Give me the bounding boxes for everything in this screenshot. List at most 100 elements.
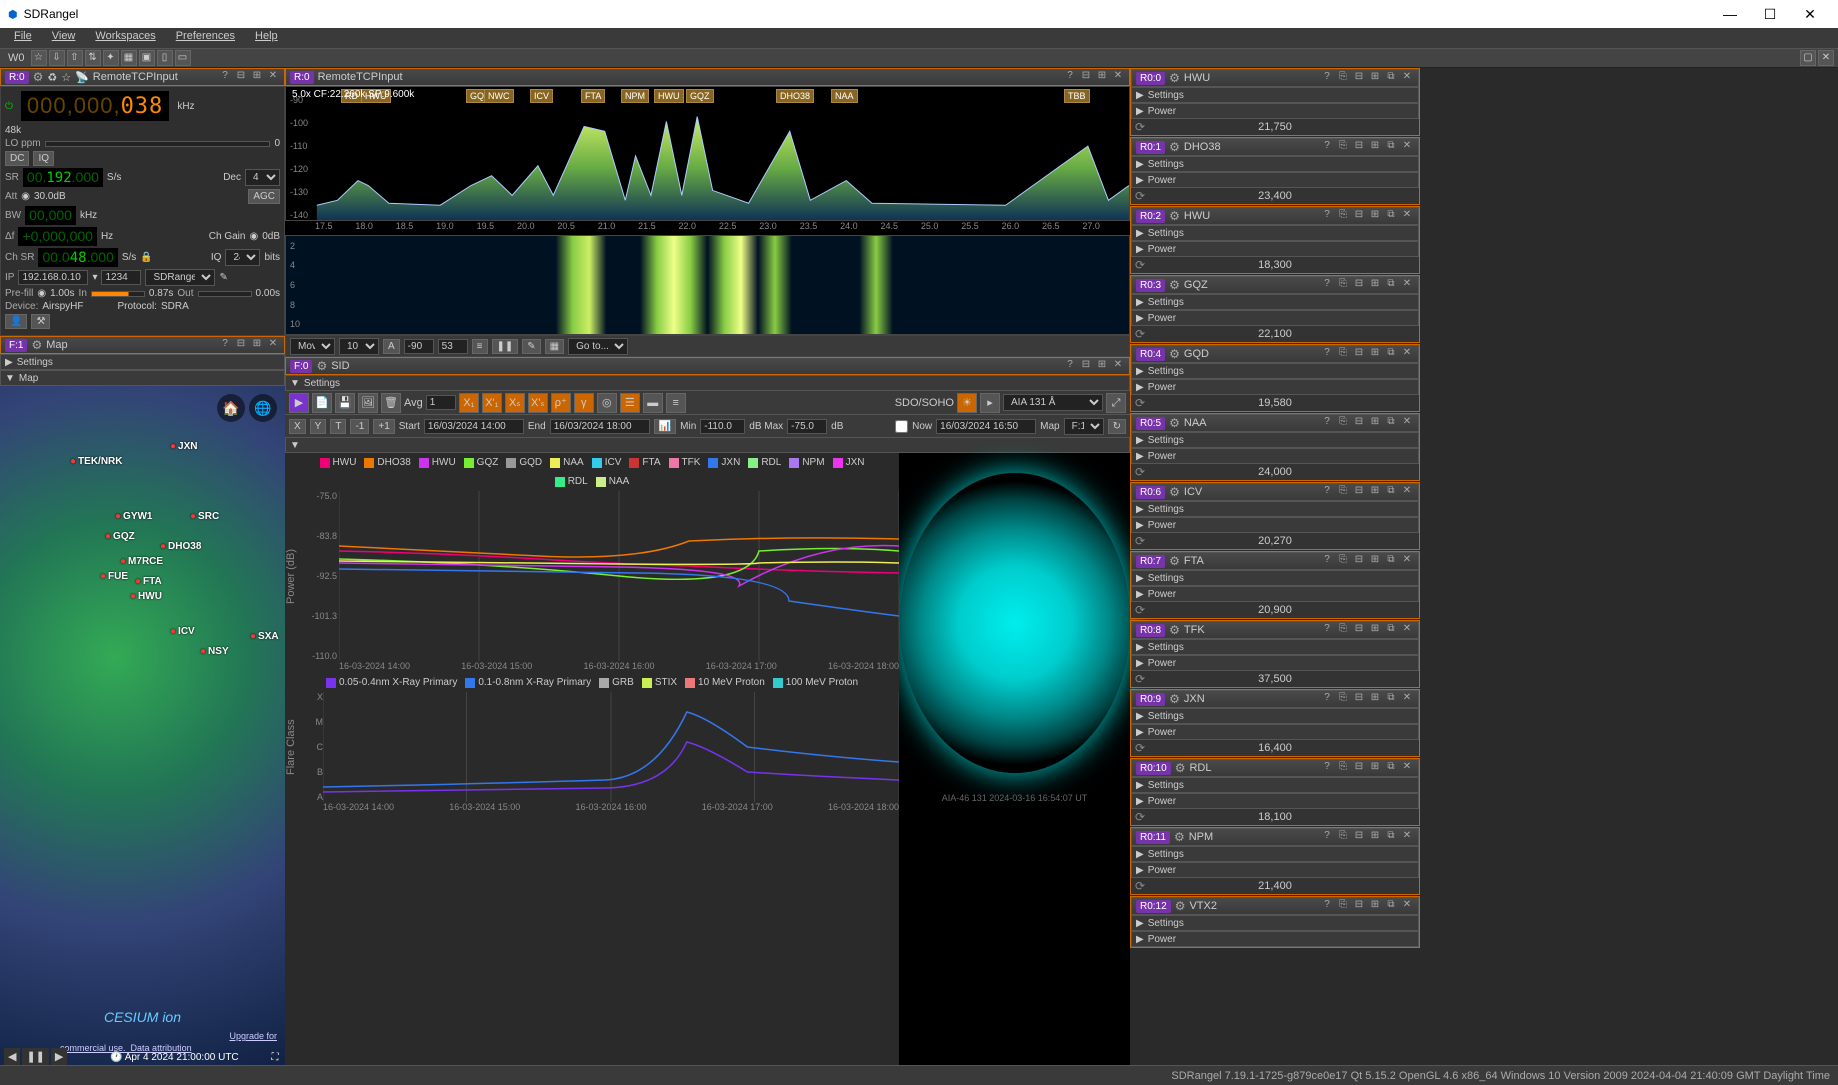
aia-select[interactable]: AIA 131 Å bbox=[1003, 394, 1103, 411]
map-settings-row[interactable]: ▶Settings bbox=[0, 354, 285, 370]
hide-icon[interactable]: ⧉ bbox=[1384, 830, 1398, 844]
min-input[interactable] bbox=[700, 419, 745, 434]
channel-settings-row[interactable]: ▶Settings bbox=[1131, 225, 1419, 241]
map-ref-select[interactable]: F:1 bbox=[1064, 418, 1104, 435]
tool-icon[interactable]: ▦ bbox=[121, 50, 137, 66]
y-button[interactable]: Y bbox=[310, 419, 327, 434]
sep-icon[interactable]: ▬ bbox=[643, 393, 663, 413]
legend-item[interactable]: STIX bbox=[642, 677, 677, 688]
trash-icon[interactable]: 🗑 bbox=[381, 393, 401, 413]
map-station[interactable]: GQZ bbox=[105, 531, 135, 542]
channel-settings-row[interactable]: ▶Settings bbox=[1131, 432, 1419, 448]
ref-input[interactable] bbox=[404, 339, 434, 354]
legend-item[interactable]: TFK bbox=[669, 457, 701, 468]
close-icon[interactable]: ✕ bbox=[266, 70, 280, 84]
close-button[interactable]: ✕ bbox=[1790, 0, 1830, 28]
hide-icon[interactable]: ⧉ bbox=[1384, 347, 1398, 361]
close-icon[interactable]: ✕ bbox=[1400, 554, 1414, 568]
expand-icon[interactable]: ⊞ bbox=[1368, 761, 1382, 775]
refresh-icon[interactable]: ⟳ bbox=[1135, 603, 1145, 617]
gear-icon[interactable]: ⚙ bbox=[1169, 71, 1180, 85]
gear-icon[interactable]: ⚙ bbox=[1169, 416, 1180, 430]
start-input[interactable] bbox=[424, 419, 524, 434]
star-icon[interactable]: ☆ bbox=[31, 50, 47, 66]
save-icon[interactable]: 💾 bbox=[335, 393, 355, 413]
iq-bits-select[interactable]: 24 bbox=[225, 249, 260, 266]
map-station[interactable]: NSY bbox=[200, 646, 229, 657]
expand-icon[interactable]: ⊞ bbox=[1368, 830, 1382, 844]
tile-icon[interactable]: ▯ bbox=[157, 50, 173, 66]
gear-icon[interactable]: ⚙ bbox=[1169, 140, 1180, 154]
dup-icon[interactable]: ⎘ bbox=[1336, 278, 1350, 292]
hide-icon[interactable]: ⧉ bbox=[1384, 899, 1398, 913]
shrink-icon[interactable]: ⊟ bbox=[1352, 209, 1366, 223]
map-station[interactable]: DHO38 bbox=[160, 541, 201, 552]
refresh-icon[interactable]: ⟳ bbox=[1135, 258, 1145, 272]
help-icon[interactable]: ? bbox=[1320, 71, 1334, 85]
channel-power-row[interactable]: ▶Power bbox=[1131, 862, 1419, 878]
channel-settings-row[interactable]: ▶Settings bbox=[1131, 156, 1419, 172]
plus1-button[interactable]: +1 bbox=[373, 419, 394, 434]
play-fwd-icon[interactable]: ▶ bbox=[51, 1048, 67, 1065]
feature-icon[interactable]: ✦ bbox=[103, 50, 119, 66]
hide-icon[interactable]: ⧉ bbox=[1384, 692, 1398, 706]
legend-item[interactable]: NPM bbox=[789, 457, 824, 468]
refresh-icon[interactable]: ⟳ bbox=[1135, 534, 1145, 548]
dup-icon[interactable]: ⎘ bbox=[1336, 554, 1350, 568]
map-station[interactable]: TEK/NRK bbox=[70, 456, 123, 467]
legend-item[interactable]: 10 MeV Proton bbox=[685, 677, 765, 688]
channel-power-row[interactable]: ▶Power bbox=[1131, 931, 1419, 947]
close-icon[interactable]: ✕ bbox=[1111, 70, 1125, 84]
now-input[interactable] bbox=[936, 419, 1036, 434]
refresh-icon[interactable]: ⟳ bbox=[1135, 189, 1145, 203]
antenna-icon[interactable]: 📡 bbox=[75, 71, 89, 84]
chart-icon[interactable]: 📊 bbox=[654, 419, 676, 434]
close-icon[interactable]: ✕ bbox=[1400, 623, 1414, 637]
tool-icon[interactable]: ⚒ bbox=[31, 314, 50, 329]
channel-power-row[interactable]: ▶Power bbox=[1131, 241, 1419, 257]
minimize-button[interactable]: — bbox=[1710, 0, 1750, 28]
legend-item[interactable]: DHO38 bbox=[364, 457, 410, 468]
help-icon[interactable]: ? bbox=[1320, 209, 1334, 223]
hide-icon[interactable]: ⧉ bbox=[1384, 209, 1398, 223]
help-icon[interactable]: ? bbox=[1320, 485, 1334, 499]
expand-icon[interactable]: ⊞ bbox=[1095, 70, 1109, 84]
close-icon[interactable]: ✕ bbox=[1400, 347, 1414, 361]
tx-icon[interactable]: ⇧ bbox=[67, 50, 83, 66]
expand-icon[interactable]: ⊞ bbox=[1368, 485, 1382, 499]
gear-icon[interactable]: ⚙ bbox=[1169, 209, 1180, 223]
dup-icon[interactable]: ⎘ bbox=[1336, 347, 1350, 361]
bw-value[interactable]: 00,000 bbox=[25, 206, 76, 225]
shrink-icon[interactable]: ⊟ bbox=[1352, 554, 1366, 568]
ip-dropdown-icon[interactable]: ▾ bbox=[92, 272, 97, 283]
help-icon[interactable]: ? bbox=[1063, 359, 1077, 373]
channel-power-row[interactable]: ▶Power bbox=[1131, 310, 1419, 326]
sun-icon[interactable]: ☀ bbox=[957, 393, 977, 413]
upgrade-link[interactable]: Upgrade for bbox=[229, 1031, 277, 1041]
refresh-icon[interactable]: ⟳ bbox=[1135, 672, 1145, 686]
expand-icon[interactable]: ⊞ bbox=[1095, 359, 1109, 373]
shrink-icon[interactable]: ⊟ bbox=[1352, 692, 1366, 706]
legend-item[interactable]: 100 MeV Proton bbox=[773, 677, 858, 688]
shrink-icon[interactable]: ⊟ bbox=[234, 338, 248, 352]
pause-icon[interactable]: ❚❚ bbox=[492, 339, 519, 354]
edit-icon[interactable]: ✎ bbox=[522, 339, 540, 354]
person-icon[interactable]: 👤 bbox=[5, 314, 27, 329]
channel-power-row[interactable]: ▶Power bbox=[1131, 172, 1419, 188]
channel-power-row[interactable]: ▶Power bbox=[1131, 448, 1419, 464]
channel-settings-row[interactable]: ▶Settings bbox=[1131, 708, 1419, 724]
gear-icon[interactable]: ⚙ bbox=[316, 359, 327, 373]
dec-select[interactable]: 4 bbox=[245, 169, 280, 186]
dup-icon[interactable]: ⎘ bbox=[1336, 761, 1350, 775]
hide-icon[interactable]: ⧉ bbox=[1384, 623, 1398, 637]
shrink-icon[interactable]: ⊟ bbox=[1352, 278, 1366, 292]
close-icon[interactable]: ✕ bbox=[1400, 830, 1414, 844]
help-icon[interactable]: ? bbox=[1320, 554, 1334, 568]
dc-button[interactable]: DC bbox=[5, 151, 29, 166]
edit-icon[interactable]: ✎ bbox=[219, 272, 227, 283]
flare-chart[interactable]: 0.05-0.4nm X-Ray Primary0.1-0.8nm X-Ray … bbox=[285, 673, 899, 833]
close-icon[interactable]: ✕ bbox=[1111, 359, 1125, 373]
channel-settings-row[interactable]: ▶Settings bbox=[1131, 87, 1419, 103]
expand-icon[interactable]: ⊞ bbox=[1368, 899, 1382, 913]
expand-icon[interactable]: ⊞ bbox=[1368, 278, 1382, 292]
